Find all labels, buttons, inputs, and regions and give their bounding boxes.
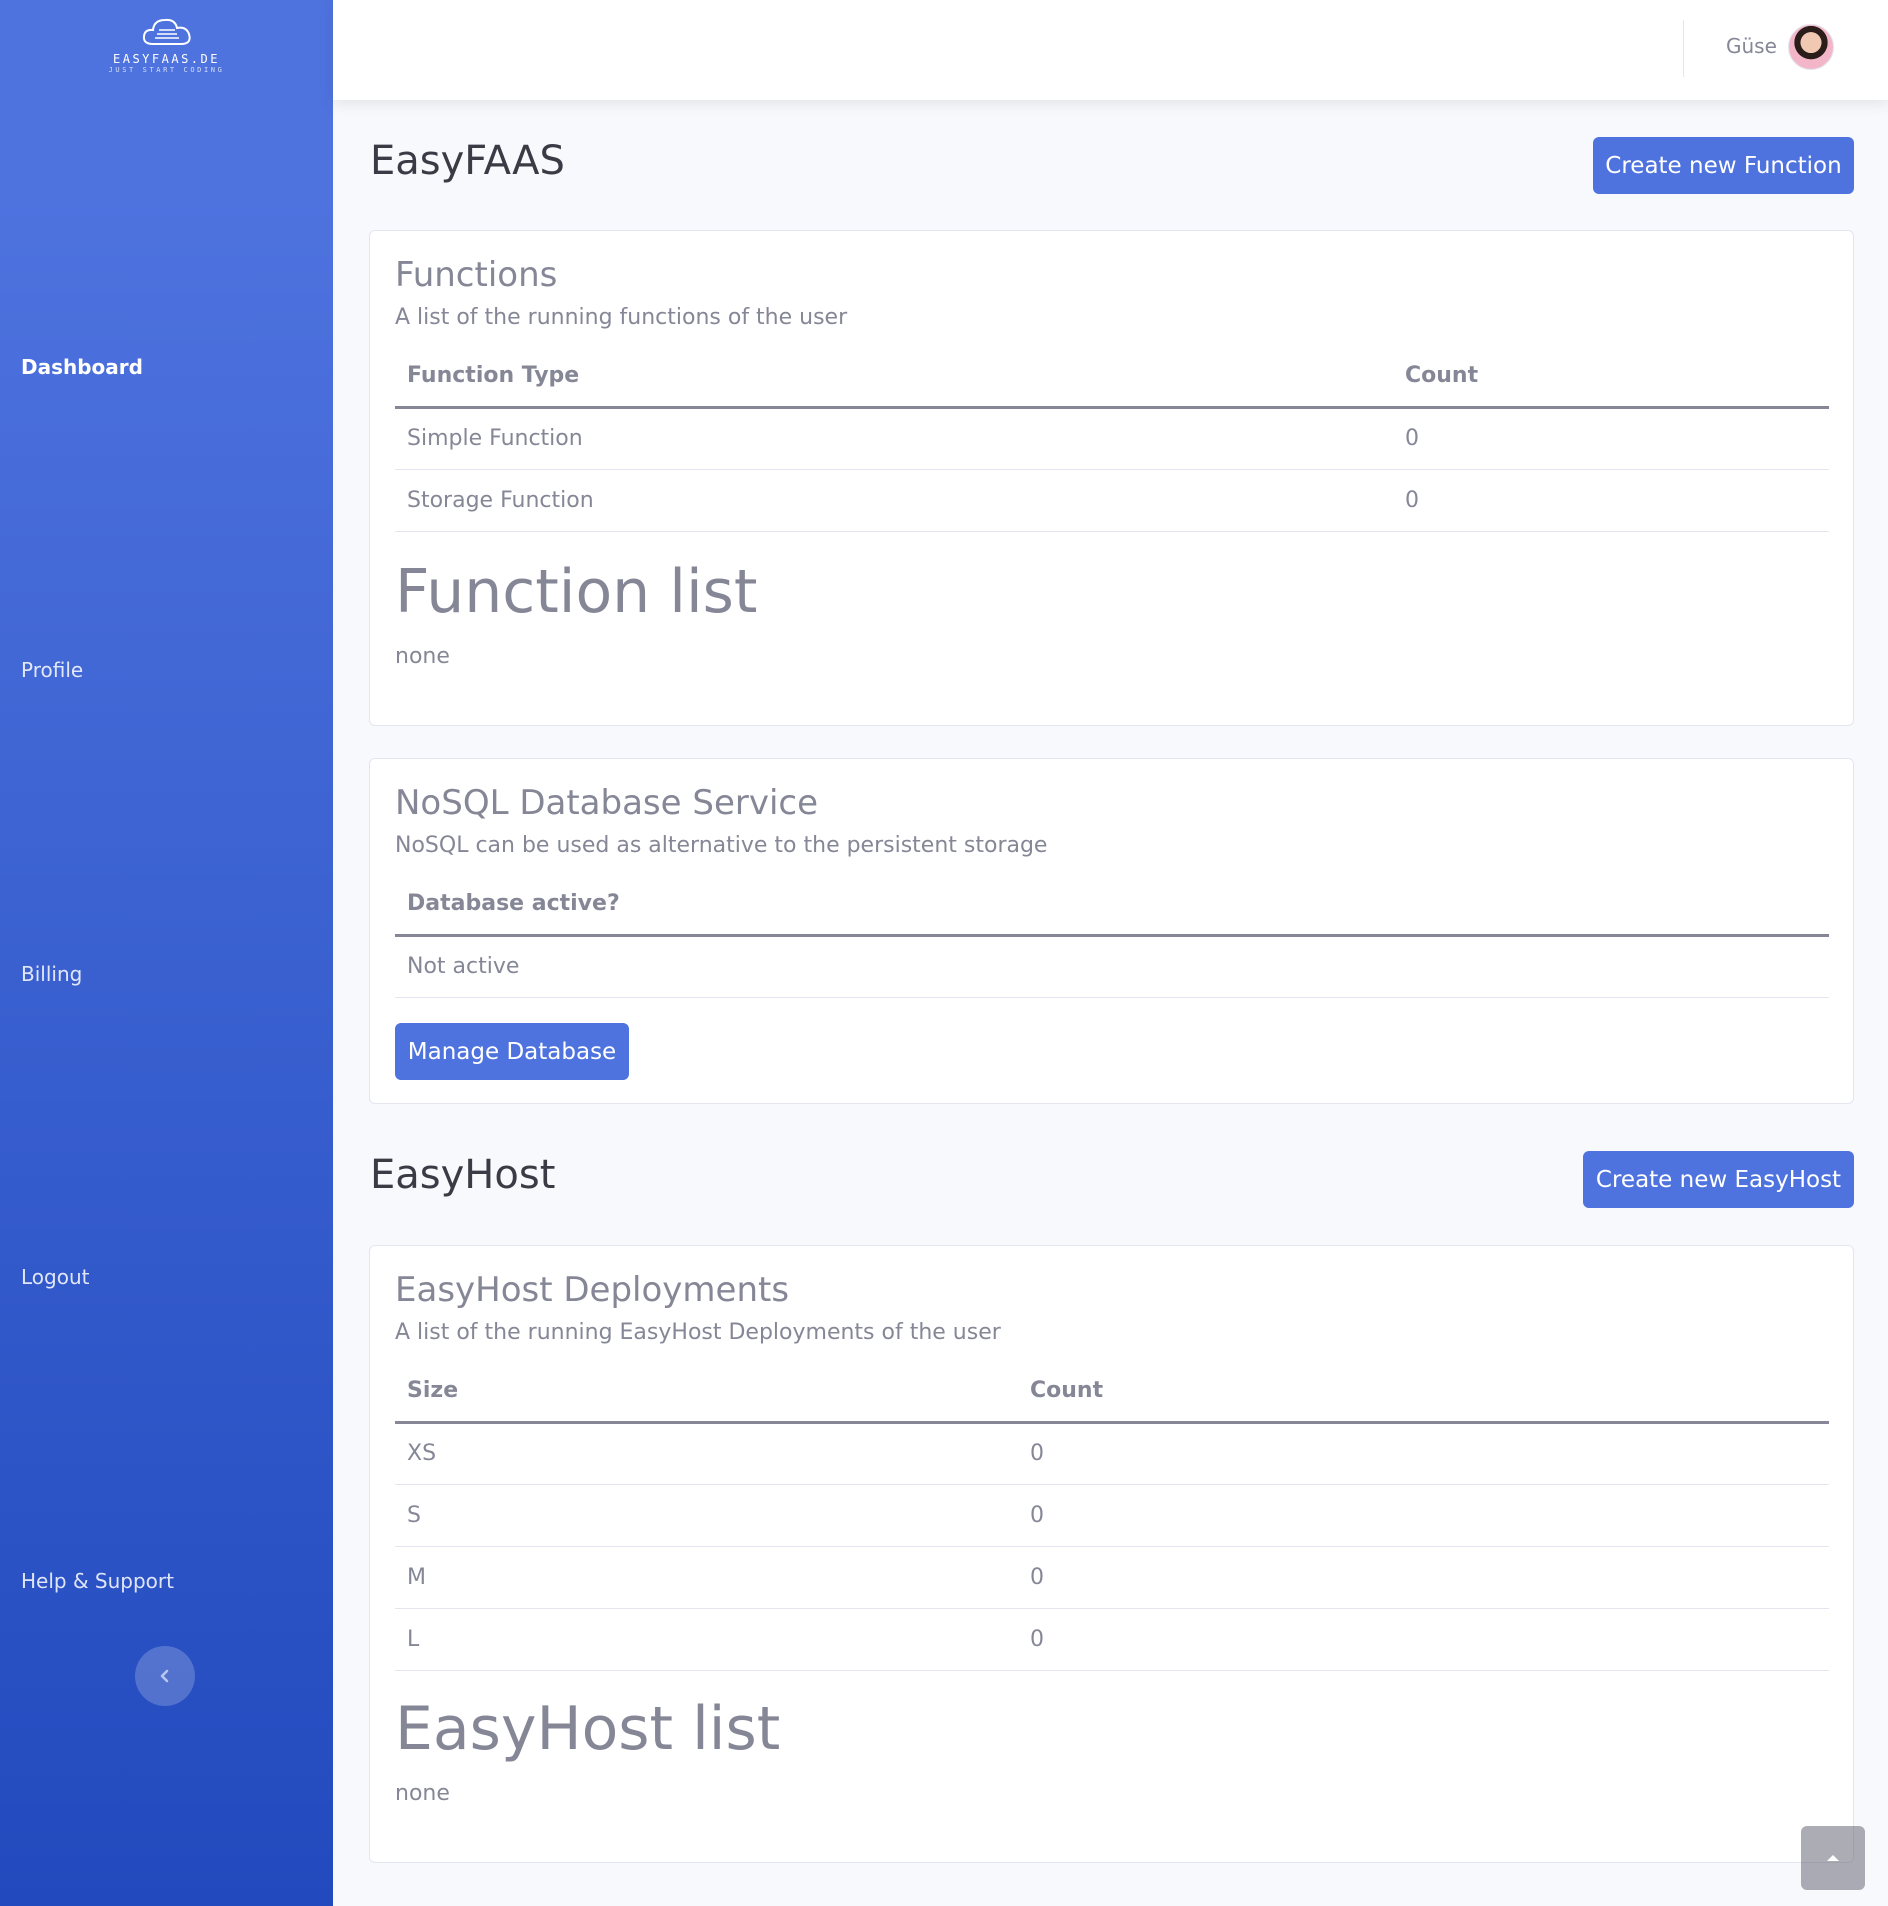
table-row: XS 0: [395, 1422, 1829, 1485]
count-cell: 0: [1018, 1546, 1829, 1609]
sidebar-item-logout[interactable]: Logout: [21, 1265, 89, 1289]
easyfaas-title: EasyFAAS: [370, 138, 565, 184]
brand-tagline: JUST START CODING: [108, 66, 225, 74]
chevron-left-icon: [160, 1669, 169, 1683]
functions-card-title: Functions: [395, 255, 558, 295]
function-list-heading: Function list: [395, 557, 758, 627]
size-cell: M: [395, 1546, 1018, 1609]
sidebar-item-dashboard[interactable]: Dashboard: [21, 355, 143, 379]
count-cell: 0: [1018, 1608, 1829, 1671]
sidebar-item-help-support[interactable]: Help & Support: [21, 1569, 174, 1593]
topbar: Güse: [333, 0, 1888, 100]
scroll-to-top-button[interactable]: [1801, 1826, 1865, 1890]
user-name[interactable]: Güse: [1726, 34, 1777, 58]
table-row: S 0: [395, 1484, 1829, 1547]
column-header-function-type: Function Type: [395, 345, 1393, 409]
size-cell: L: [395, 1608, 1018, 1671]
table-header-row: Size Count: [395, 1360, 1829, 1424]
functions-card: Functions A list of the running function…: [369, 230, 1854, 726]
column-header-count: Count: [1018, 1360, 1829, 1424]
easyhost-title: EasyHost: [370, 1152, 556, 1198]
sidebar-item-billing[interactable]: Billing: [21, 962, 82, 986]
topbar-divider: [1683, 20, 1684, 77]
nosql-card-subtitle: NoSQL can be used as alternative to the …: [395, 833, 1048, 858]
table-row: Storage Function 0: [395, 469, 1829, 532]
easyhost-list-heading: EasyHost list: [395, 1694, 781, 1764]
brand-name: EASYFAAS.DE: [113, 52, 220, 66]
easyhost-card-subtitle: A list of the running EasyHost Deploymen…: [395, 1320, 1001, 1345]
sidebar-item-profile[interactable]: Profile: [21, 658, 83, 682]
chevron-up-icon: [1827, 1855, 1839, 1861]
functions-card-subtitle: A list of the running functions of the u…: [395, 305, 848, 330]
count-cell: 0: [1393, 469, 1829, 532]
count-cell: 0: [1393, 407, 1829, 470]
table-row: Simple Function 0: [395, 407, 1829, 470]
count-cell: 0: [1018, 1422, 1829, 1485]
table-row: L 0: [395, 1608, 1829, 1671]
nosql-card-title: NoSQL Database Service: [395, 783, 819, 823]
count-cell: 0: [1018, 1484, 1829, 1547]
function-list-value: none: [395, 644, 450, 669]
create-function-button[interactable]: Create new Function: [1593, 137, 1854, 194]
table-header-row: Database active?: [395, 873, 1829, 937]
nosql-card: NoSQL Database Service NoSQL can be used…: [369, 758, 1854, 1104]
create-easyhost-button[interactable]: Create new EasyHost: [1583, 1151, 1854, 1208]
table-row: M 0: [395, 1546, 1829, 1609]
functions-table: Function Type Count Simple Function 0 St…: [395, 345, 1829, 532]
table-header-row: Function Type Count: [395, 345, 1829, 409]
sidebar-toggle-button[interactable]: [135, 1646, 195, 1706]
column-header-size: Size: [395, 1360, 1018, 1424]
database-status-cell: Not active: [395, 935, 1829, 998]
easyhost-card-title: EasyHost Deployments: [395, 1270, 790, 1310]
column-header-database-active: Database active?: [395, 873, 1829, 937]
easyhost-list-value: none: [395, 1781, 450, 1806]
size-cell: XS: [395, 1422, 1018, 1485]
table-row: Not active: [395, 935, 1829, 998]
easyhost-deployments-card: EasyHost Deployments A list of the runni…: [369, 1245, 1854, 1863]
easyhost-table: Size Count XS 0 S 0 M 0 L 0: [395, 1360, 1829, 1671]
avatar[interactable]: [1788, 24, 1834, 70]
cloud-logo-icon: [142, 18, 191, 45]
sidebar: EASYFAAS.DE JUST START CODING Dashboard …: [0, 0, 333, 1906]
size-cell: S: [395, 1484, 1018, 1547]
manage-database-button[interactable]: Manage Database: [395, 1023, 629, 1080]
column-header-count: Count: [1393, 345, 1829, 409]
function-type-cell: Simple Function: [395, 407, 1393, 470]
function-type-cell: Storage Function: [395, 469, 1393, 532]
brand[interactable]: EASYFAAS.DE JUST START CODING: [0, 14, 333, 84]
nosql-table: Database active? Not active: [395, 873, 1829, 998]
